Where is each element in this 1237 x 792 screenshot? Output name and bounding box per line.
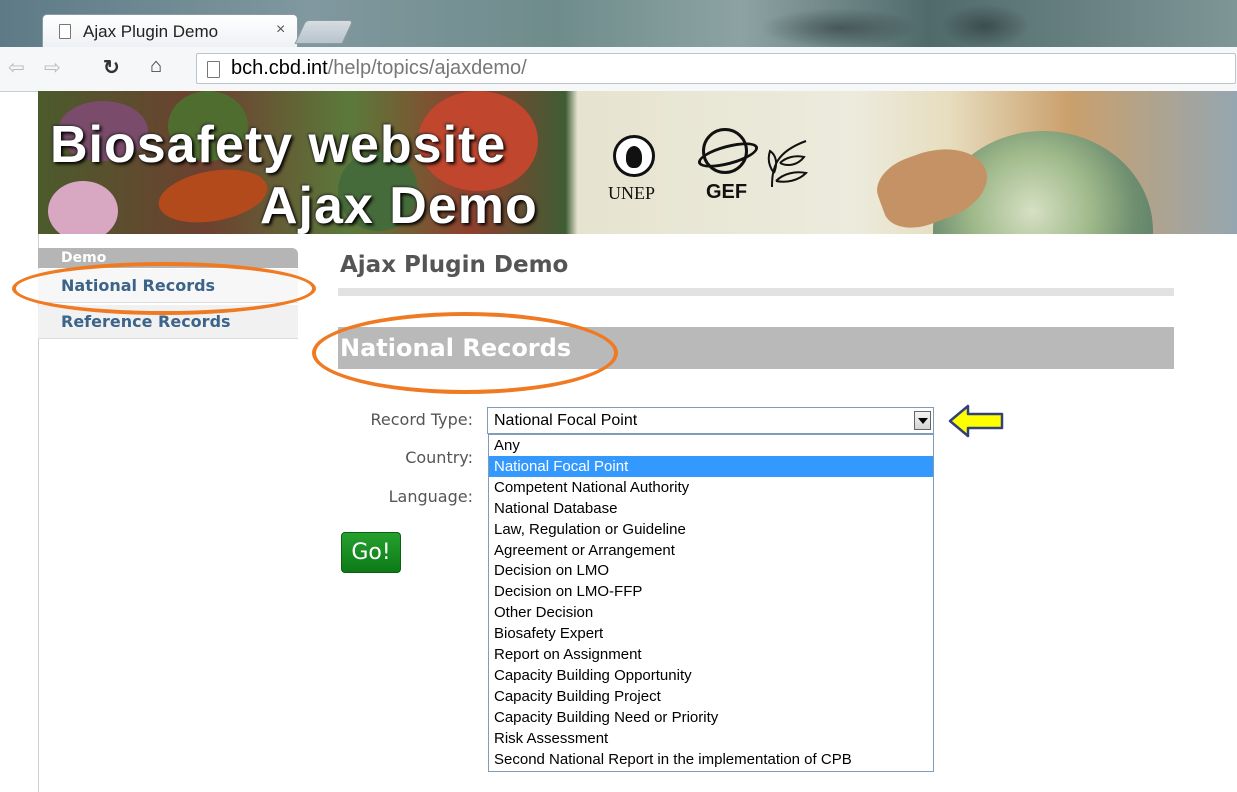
record-type-selected-value: National Focal Point: [494, 412, 638, 429]
banner-title-line2: Ajax Demo: [260, 177, 538, 234]
browser-tab-strip: Ajax Plugin Demo ×: [0, 0, 1237, 48]
forward-icon[interactable]: ⇨: [44, 55, 61, 80]
back-icon[interactable]: ⇦: [8, 55, 25, 80]
tab-close-icon[interactable]: ×: [276, 21, 285, 39]
dropdown-option[interactable]: Risk Assessment: [489, 728, 933, 749]
home-icon[interactable]: ⌂: [150, 55, 162, 78]
site-banner: Biosafety website Ajax Demo UNEP GEF: [38, 91, 1237, 234]
dropdown-option[interactable]: Decision on LMO-FFP: [489, 581, 933, 602]
dropdown-option[interactable]: Second National Report in the implementa…: [489, 749, 933, 770]
reload-icon[interactable]: ↻: [103, 55, 120, 80]
annotation-ellipse: [12, 262, 316, 315]
browser-tab[interactable]: Ajax Plugin Demo ×: [42, 14, 298, 47]
dropdown-option[interactable]: National Database: [489, 498, 933, 519]
url-text: bch.cbd.int/help/topics/ajaxdemo/: [231, 57, 527, 80]
annotation-ellipse: [312, 312, 618, 394]
record-type-select[interactable]: National Focal Point: [487, 407, 934, 434]
dropdown-option[interactable]: Biosafety Expert: [489, 623, 933, 644]
address-bar[interactable]: bch.cbd.int/help/topics/ajaxdemo/: [196, 53, 1236, 84]
go-button[interactable]: Go!: [341, 532, 401, 573]
dropdown-option[interactable]: National Focal Point: [489, 455, 933, 477]
language-label: Language:: [388, 487, 473, 506]
gef-globe-icon: [702, 128, 748, 174]
page-icon: [207, 61, 220, 78]
rose-image: [48, 181, 118, 234]
dropdown-option[interactable]: Capacity Building Project: [489, 686, 933, 707]
dropdown-option[interactable]: Capacity Building Opportunity: [489, 665, 933, 686]
dropdown-option[interactable]: Capacity Building Need or Priority: [489, 707, 933, 728]
banner-title-line1: Biosafety website: [50, 116, 507, 174]
url-host: bch.cbd.int: [231, 57, 328, 79]
dropdown-option[interactable]: Agreement or Arrangement: [489, 540, 933, 561]
dropdown-option[interactable]: Any: [489, 435, 933, 456]
dropdown-arrow-icon[interactable]: [914, 411, 931, 430]
record-type-label: Record Type:: [370, 410, 473, 429]
url-path: /help/topics/ajaxdemo/: [327, 57, 527, 79]
new-tab-button[interactable]: [294, 20, 354, 44]
unep-logo-icon: [613, 135, 655, 177]
country-label: Country:: [405, 448, 473, 467]
title-divider: [338, 288, 1174, 296]
tab-title: Ajax Plugin Demo: [83, 22, 219, 41]
unep-logo-text: UNEP: [608, 183, 656, 203]
annotation-arrow-icon: [948, 404, 1004, 438]
toolbar: ⇦ ⇨ ↻ ⌂ bch.cbd.int/help/topics/ajaxdemo…: [0, 47, 1237, 92]
page-title: Ajax Plugin Demo: [340, 252, 569, 278]
theme-decoration: [940, 4, 1030, 48]
dropdown-option[interactable]: Other Decision: [489, 602, 933, 623]
leaf-logo-icon: [767, 140, 809, 188]
dropdown-option[interactable]: Law, Regulation or Guideline: [489, 519, 933, 540]
record-type-options-list[interactable]: Any National Focal Point Competent Nationa…: [488, 434, 934, 772]
dropdown-option[interactable]: Report on Assignment: [489, 644, 933, 665]
page-icon: [59, 24, 71, 39]
dropdown-option[interactable]: Competent National Authority: [489, 477, 933, 498]
theme-decoration: [760, 8, 920, 48]
gef-logo-text: GEF: [706, 181, 748, 203]
dropdown-option[interactable]: Decision on LMO: [489, 560, 933, 581]
